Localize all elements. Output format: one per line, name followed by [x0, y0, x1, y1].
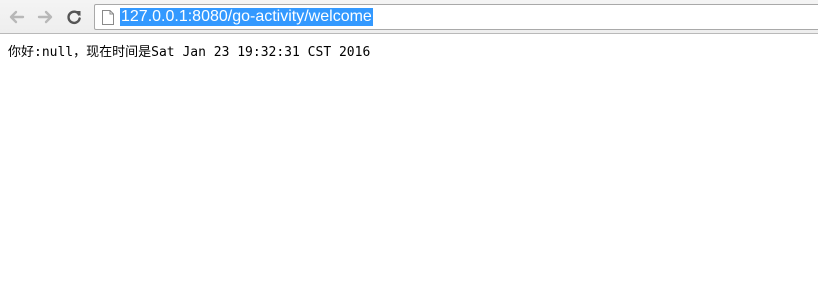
back-button[interactable]	[7, 7, 27, 27]
reload-icon	[67, 10, 81, 25]
page-message: 你好:null，现在时间是Sat Jan 23 19:32:31 CST 201…	[8, 45, 371, 60]
forward-button[interactable]	[35, 7, 55, 27]
page-icon	[102, 10, 114, 25]
address-bar[interactable]: 127.0.0.1:8080/go-activity/welcome	[94, 4, 818, 30]
arrow-left-icon	[9, 10, 25, 24]
reload-button[interactable]	[64, 7, 84, 27]
arrow-right-icon	[37, 10, 53, 24]
url-text[interactable]: 127.0.0.1:8080/go-activity/welcome	[120, 8, 373, 26]
browser-toolbar: 127.0.0.1:8080/go-activity/welcome	[0, 0, 818, 34]
